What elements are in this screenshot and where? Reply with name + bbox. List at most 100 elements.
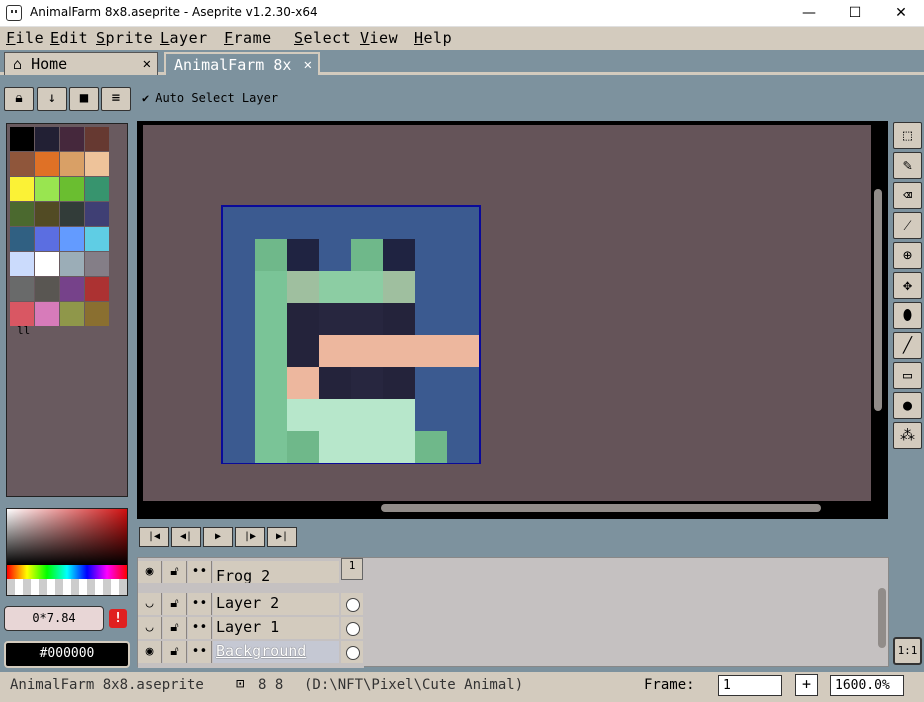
palette-swatch[interactable] (35, 302, 59, 326)
zoom-icon[interactable]: ⊕ (893, 242, 922, 269)
palette-swatch[interactable] (35, 152, 59, 176)
add-frame-button[interactable]: + (795, 674, 818, 696)
palette-swatch[interactable] (10, 127, 34, 151)
sprite-pixel[interactable] (287, 271, 319, 303)
palette-swatch[interactable] (60, 277, 84, 301)
palette-swatch[interactable] (35, 277, 59, 301)
sprite-pixel[interactable] (447, 399, 479, 431)
palette-swatch[interactable] (60, 202, 84, 226)
contour-icon[interactable]: ● (893, 392, 922, 419)
eraser-icon[interactable]: ⌫ (893, 182, 922, 209)
next-frame-button[interactable]: |▶ (235, 527, 265, 547)
sprite-pixel[interactable] (447, 239, 479, 271)
menu-edit[interactable]: Edit (50, 29, 88, 47)
menu-help[interactable]: Help (414, 29, 452, 47)
vertical-scrollbar[interactable] (874, 189, 882, 411)
sprite-pixel[interactable] (287, 367, 319, 399)
sprite-pixel[interactable] (415, 303, 447, 335)
continuous-icon[interactable]: •• (188, 561, 212, 583)
lock-icon[interactable]: 🔒︎ (4, 87, 34, 111)
move-icon[interactable]: ✥ (893, 272, 922, 299)
menu-sprite[interactable]: Sprite (96, 29, 153, 47)
layer-row[interactable]: ◉ 🔓︎ •• Background (138, 641, 364, 664)
sprite-pixel[interactable] (351, 335, 383, 367)
eye-icon[interactable]: ◡ (138, 593, 162, 615)
menu-layer[interactable]: Layer (160, 29, 208, 47)
continuous-icon[interactable]: •• (188, 593, 212, 615)
sprite-pixel[interactable] (383, 207, 415, 239)
sprite-pixel[interactable] (287, 335, 319, 367)
sprite-pixel[interactable] (447, 335, 479, 367)
palette-swatch[interactable] (85, 202, 109, 226)
sprite-pixel[interactable] (255, 431, 287, 463)
layer-name-cell[interactable]: Frog 2 (213, 561, 339, 583)
play-button[interactable]: ▶ (203, 527, 233, 547)
zoom-input[interactable]: 1600.0% (830, 675, 904, 696)
menu-file[interactable]: File (6, 29, 44, 47)
sprite-pixel[interactable] (223, 367, 255, 399)
palette-swatch[interactable] (85, 177, 109, 201)
palette-swatch[interactable] (60, 227, 84, 251)
options-icon[interactable]: ≡ (101, 87, 131, 111)
sprite-pixel[interactable] (255, 303, 287, 335)
tab-home-close-icon[interactable]: ✕ (143, 53, 151, 75)
palette-swatch[interactable] (60, 302, 84, 326)
continuous-icon[interactable]: •• (188, 641, 212, 663)
layer-name-cell[interactable]: Layer 1 (213, 617, 339, 639)
palette-swatch[interactable] (85, 227, 109, 251)
palette-swatch[interactable] (60, 127, 84, 151)
palette-swatch[interactable] (35, 252, 59, 276)
sprite-pixel[interactable] (383, 303, 415, 335)
layer-name-cell[interactable]: Background (213, 641, 339, 663)
sprite-pixel[interactable] (223, 239, 255, 271)
palette-swatch[interactable] (35, 177, 59, 201)
blur-icon[interactable]: ⁂ (893, 422, 922, 449)
sprite-pixel[interactable] (447, 207, 479, 239)
sprite-pixel[interactable] (223, 335, 255, 367)
alpha-slider[interactable] (7, 579, 127, 595)
opaque-icon[interactable]: ■ (69, 87, 99, 111)
sprite-pixel[interactable] (351, 207, 383, 239)
sprite-pixel[interactable] (319, 239, 351, 271)
sprite-pixel[interactable] (415, 367, 447, 399)
sprite-canvas[interactable] (221, 205, 481, 464)
palette-swatch[interactable] (60, 252, 84, 276)
sprite-pixel[interactable] (319, 399, 351, 431)
minimize-button[interactable]: — (786, 0, 832, 27)
sprite-pixel[interactable] (415, 239, 447, 271)
lock-icon[interactable]: 🔓︎ (163, 561, 187, 583)
palette-swatch[interactable] (60, 177, 84, 201)
sprite-pixel[interactable] (383, 335, 415, 367)
palette-swatch[interactable] (35, 202, 59, 226)
line-icon[interactable]: ╱ (893, 332, 922, 359)
horizontal-scrollbar[interactable] (381, 504, 821, 512)
sprite-pixel[interactable] (319, 207, 351, 239)
palette-swatch[interactable] (10, 202, 34, 226)
palette-swatch[interactable] (10, 252, 34, 276)
foreground-color-hex[interactable]: #000000 (4, 641, 130, 668)
palette-swatch[interactable] (10, 177, 34, 201)
sprite-pixel[interactable] (287, 239, 319, 271)
maximize-button[interactable]: ☐ (832, 0, 878, 27)
sprite-pixel[interactable] (383, 431, 415, 463)
sprite-pixel[interactable] (223, 399, 255, 431)
move-down-icon[interactable]: ↓ (37, 87, 67, 111)
close-window-button[interactable]: ✕ (878, 0, 924, 27)
menu-view[interactable]: View (360, 29, 398, 47)
tab-home[interactable]: ⌂ Home ✕ (4, 52, 158, 75)
sprite-pixel[interactable] (415, 399, 447, 431)
menu-select[interactable]: Select (294, 29, 351, 47)
palette-swatch[interactable] (85, 252, 109, 276)
sprite-pixel[interactable] (223, 303, 255, 335)
cel-icon[interactable] (341, 641, 363, 663)
palette-swatch[interactable] (35, 127, 59, 151)
eye-icon[interactable]: ◉ (138, 641, 162, 663)
sprite-pixel[interactable] (319, 431, 351, 463)
palette-swatch[interactable] (60, 152, 84, 176)
previous-frame-button[interactable]: ◀| (171, 527, 201, 547)
sprite-pixel[interactable] (415, 271, 447, 303)
sprite-pixel[interactable] (319, 303, 351, 335)
palette-swatch[interactable] (10, 277, 34, 301)
sprite-pixel[interactable] (287, 431, 319, 463)
sprite-pixel[interactable] (255, 367, 287, 399)
